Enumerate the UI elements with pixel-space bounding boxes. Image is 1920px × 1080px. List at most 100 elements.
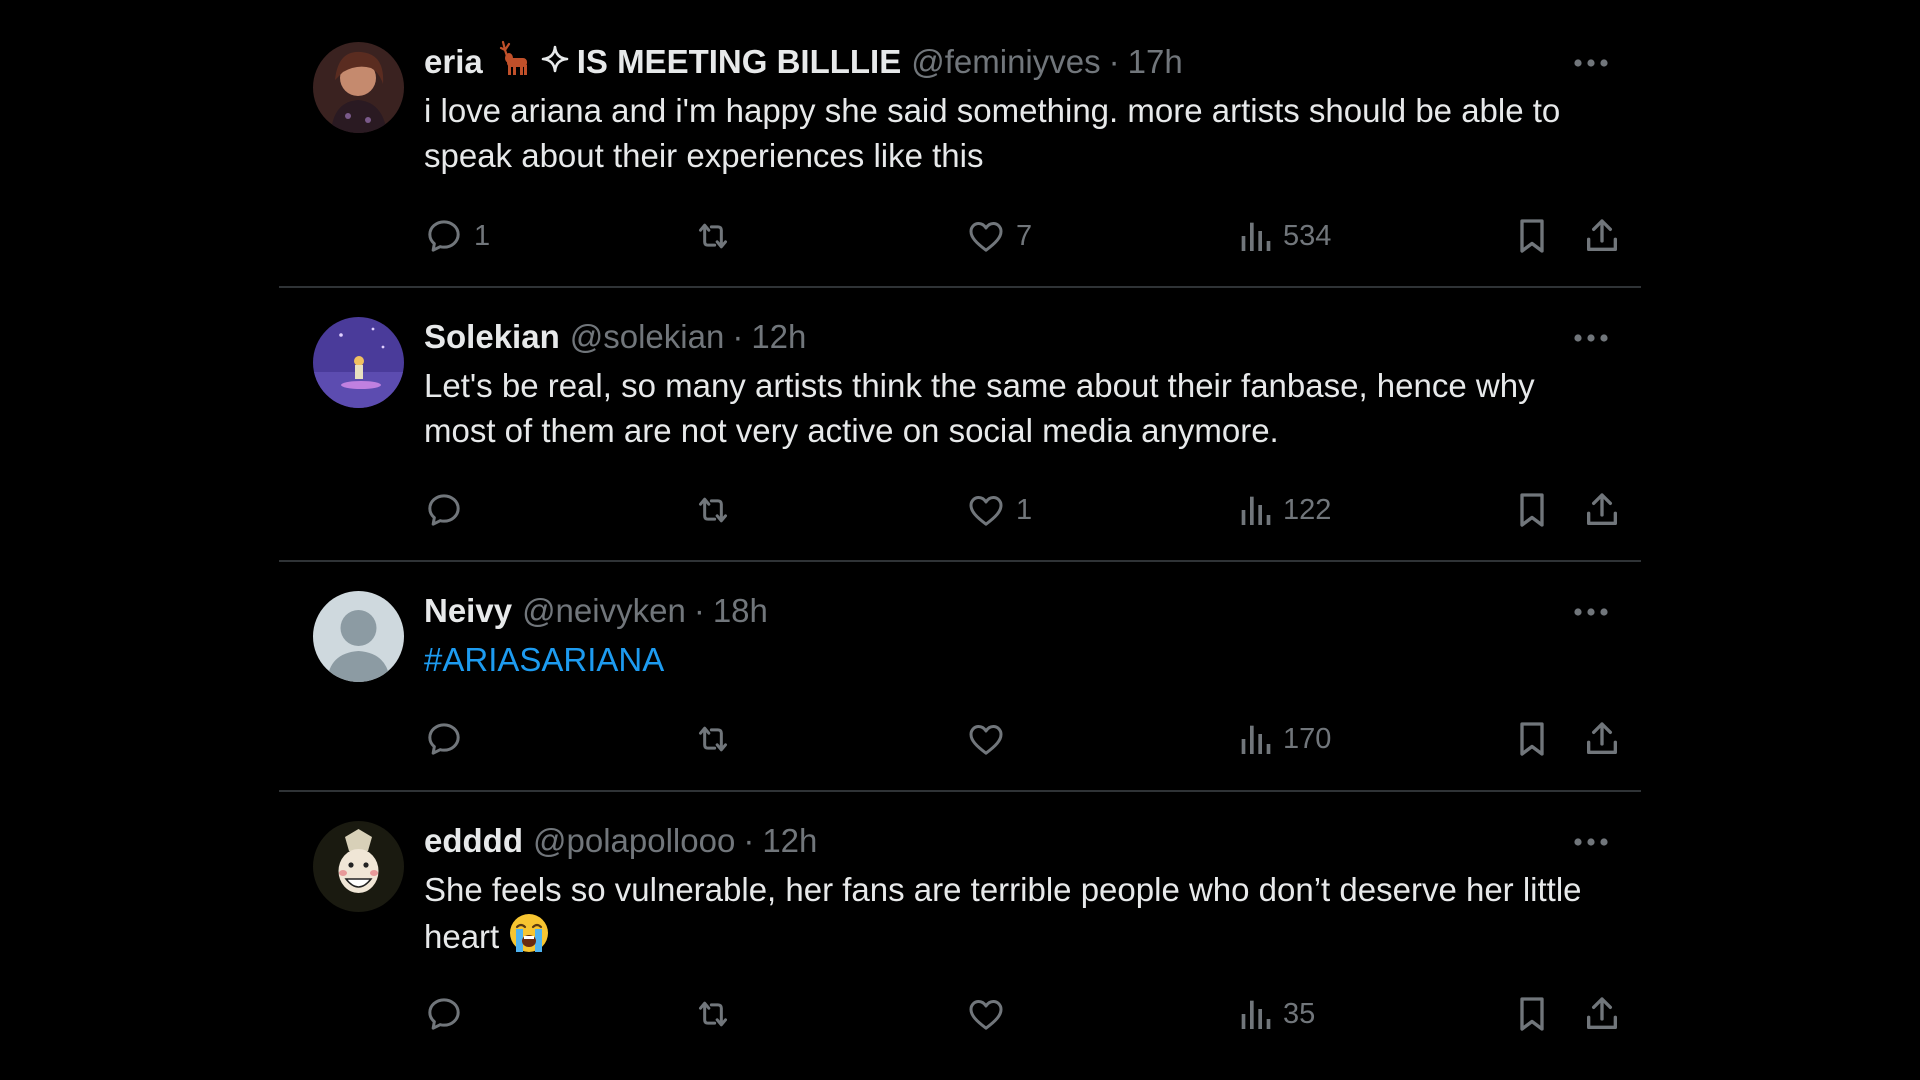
- heart-icon: [969, 222, 1003, 252]
- reply-count: 1: [474, 219, 491, 252]
- deer-emoji-icon: [493, 38, 533, 86]
- views-count: 170: [1283, 722, 1332, 755]
- avatar[interactable]: [313, 821, 404, 912]
- separator-dot: ·: [693, 592, 705, 629]
- sparkle-icon: [541, 43, 569, 81]
- display-name[interactable]: Solekian: [424, 318, 560, 356]
- share-icon: [1587, 493, 1617, 525]
- like-button[interactable]: 7: [966, 214, 1032, 258]
- tweet-card[interactable]: eria IS MEETING BILLLIE @feminiyves · 17…: [279, 0, 1641, 288]
- heart-icon: [969, 725, 1003, 755]
- display-name[interactable]: edddd: [424, 822, 523, 860]
- share-button[interactable]: [1582, 717, 1622, 761]
- views-button[interactable]: 122: [1237, 488, 1331, 532]
- user-handle[interactable]: @polapollooo: [533, 822, 735, 860]
- avatar[interactable]: [313, 317, 404, 408]
- tweet-actions: 170: [424, 717, 1617, 761]
- more-options-button[interactable]: [1571, 323, 1611, 353]
- reply-feed: eria IS MEETING BILLLIE @feminiyves · 17…: [279, 0, 1641, 1080]
- reply-button[interactable]: [424, 992, 474, 1036]
- share-icon: [1587, 722, 1617, 754]
- tweet-text: Let's be real, so many artists think the…: [424, 367, 1535, 449]
- retweet-button[interactable]: [692, 214, 744, 258]
- more-options-button[interactable]: [1571, 827, 1611, 857]
- avatar[interactable]: [313, 42, 404, 133]
- reply-button[interactable]: 1: [424, 214, 490, 258]
- tweet-card[interactable]: Neivy @neivyken · 18h #ARIASARIANA 170: [279, 562, 1641, 792]
- share-icon: [1587, 219, 1617, 251]
- views-button[interactable]: 534: [1237, 214, 1331, 258]
- retweet-icon: [699, 497, 727, 523]
- bookmark-button[interactable]: [1514, 488, 1550, 532]
- views-button[interactable]: 35: [1237, 992, 1315, 1036]
- tweet-text: She feels so vulnerable, her fans are te…: [424, 871, 1582, 955]
- reply-button[interactable]: [424, 717, 474, 761]
- share-button[interactable]: [1582, 992, 1622, 1036]
- reply-icon: [428, 998, 460, 1030]
- display-name-suffix: IS MEETING BILLLIE: [576, 43, 902, 80]
- share-icon: [1587, 997, 1617, 1029]
- tweet-header: Neivy @neivyken · 18h: [424, 591, 1611, 631]
- tweet-header: edddd @polapollooo · 12h: [424, 821, 1611, 861]
- heart-icon: [969, 1000, 1003, 1030]
- retweet-button[interactable]: [692, 992, 744, 1036]
- loudly-crying-face-icon: [508, 912, 550, 965]
- retweet-button[interactable]: [692, 717, 744, 761]
- share-button[interactable]: [1582, 214, 1622, 258]
- user-handle[interactable]: @feminiyves: [911, 43, 1100, 81]
- reply-icon: [428, 220, 460, 252]
- bookmark-icon: [1520, 722, 1544, 756]
- display-name[interactable]: eria: [424, 43, 483, 81]
- heart-icon: [969, 496, 1003, 526]
- views-chart-icon: [1241, 222, 1271, 251]
- name-decoration: IS MEETING BILLLIE: [493, 38, 902, 86]
- user-handle[interactable]: @solekian: [570, 318, 725, 356]
- bookmark-button[interactable]: [1514, 717, 1550, 761]
- hashtag-link[interactable]: #ARIASARIANA: [424, 641, 664, 678]
- tweet-header: Solekian @solekian · 12h: [424, 317, 1611, 357]
- tweet-card[interactable]: Solekian @solekian · 12h Let's be real, …: [279, 288, 1641, 562]
- like-count: 1: [1016, 493, 1033, 526]
- timestamp[interactable]: 18h: [713, 592, 768, 630]
- views-count: 122: [1283, 493, 1332, 526]
- retweet-icon: [699, 223, 727, 249]
- bookmark-icon: [1520, 493, 1544, 527]
- views-chart-icon: [1241, 496, 1271, 525]
- timestamp[interactable]: 12h: [762, 822, 817, 860]
- bookmark-button[interactable]: [1514, 992, 1550, 1036]
- avatar[interactable]: [313, 591, 404, 682]
- more-icon: [1574, 608, 1608, 616]
- share-button[interactable]: [1582, 488, 1622, 532]
- like-button[interactable]: [966, 992, 1016, 1036]
- bookmark-icon: [1520, 997, 1544, 1031]
- tweet-card[interactable]: edddd @polapollooo · 12h She feels so vu…: [279, 792, 1641, 1080]
- display-name[interactable]: Neivy: [424, 592, 512, 630]
- separator-dot: ·: [1108, 43, 1120, 80]
- timestamp[interactable]: 17h: [1128, 43, 1183, 81]
- bookmark-button[interactable]: [1514, 214, 1550, 258]
- views-button[interactable]: 170: [1237, 717, 1331, 761]
- like-button[interactable]: 1: [966, 488, 1032, 532]
- tweet-text: i love ariana and i'm happy she said som…: [424, 92, 1561, 174]
- more-icon: [1574, 334, 1608, 342]
- views-chart-icon: [1241, 1000, 1271, 1029]
- like-button[interactable]: [966, 717, 1016, 761]
- more-options-button[interactable]: [1571, 597, 1611, 627]
- timestamp[interactable]: 12h: [751, 318, 806, 356]
- user-handle[interactable]: @neivyken: [522, 592, 686, 630]
- retweet-icon: [699, 1001, 727, 1027]
- reply-icon: [428, 723, 460, 755]
- tweet-actions: 1 122: [424, 488, 1617, 532]
- views-chart-icon: [1241, 725, 1271, 754]
- tweet-actions: 35: [424, 992, 1617, 1036]
- tweet-actions: 1 7 534: [424, 214, 1617, 258]
- like-count: 7: [1016, 219, 1033, 252]
- more-options-button[interactable]: [1571, 48, 1611, 78]
- more-icon: [1574, 838, 1608, 846]
- views-count: 35: [1283, 997, 1316, 1030]
- reply-icon: [428, 494, 460, 526]
- retweet-icon: [699, 726, 727, 752]
- tweet-text-container: She feels so vulnerable, her fans are te…: [424, 867, 1611, 965]
- retweet-button[interactable]: [692, 488, 744, 532]
- reply-button[interactable]: [424, 488, 474, 532]
